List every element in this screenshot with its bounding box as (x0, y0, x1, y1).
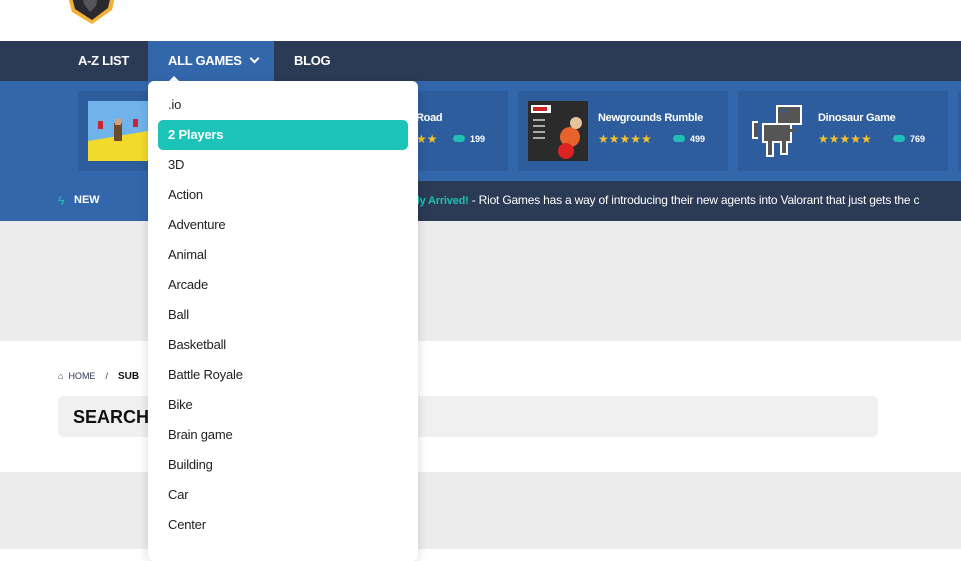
ticker-headline[interactable]: ally Arrived! - Riot Games has a way of … (408, 193, 919, 207)
breadcrumb-home[interactable]: HOME (68, 371, 95, 381)
dropdown-item[interactable]: Basketball (158, 330, 408, 360)
gamepad-icon (673, 135, 685, 143)
dropdown-item[interactable]: Animal (158, 240, 408, 270)
breadcrumb: ⌂ HOME / SUB (58, 371, 139, 382)
dropdown-item[interactable]: Battle Royale (158, 360, 408, 390)
dropdown-item[interactable]: .io (158, 90, 408, 120)
play-count-value: 769 (910, 134, 926, 144)
all-games-dropdown: .io 2 Players 3D Action Adventure Animal… (148, 81, 418, 561)
game-thumbnail (528, 101, 588, 161)
home-icon[interactable]: ⌂ (58, 371, 63, 381)
dropdown-item-active[interactable]: 2 Players (158, 120, 408, 150)
ad-band (0, 221, 961, 341)
ticker-body: - Riot Games has a way of introducing th… (468, 193, 920, 207)
dropdown-item[interactable]: Action (158, 180, 408, 210)
star-rating: ★★★★★ (818, 132, 872, 146)
lightning-icon: ϟ (58, 194, 65, 208)
play-count: 499 (673, 134, 705, 144)
nav-all-games-label: ALL GAMES (168, 53, 242, 68)
dropdown-item[interactable]: Ball (158, 300, 408, 330)
featured-games-strip: Road ★★ 199 Newgrounds Rumble ★★★★★ 499 (0, 81, 961, 181)
new-label: NEW (74, 194, 100, 206)
breadcrumb-separator: / (105, 371, 108, 381)
dinosaur-thumbnail (752, 105, 802, 157)
game-title: Road (416, 112, 443, 124)
dropdown-item[interactable]: Bike (158, 390, 408, 420)
star-rating: ★★★★★ (598, 132, 652, 146)
news-ticker: ϟ NEW ally Arrived! - Riot Games has a w… (0, 181, 961, 221)
gamepad-icon (893, 135, 905, 143)
chevron-down-icon (249, 53, 260, 64)
play-count: 769 (893, 134, 925, 144)
game-thumbnail (88, 101, 148, 161)
main-nav: A-Z LIST ALL GAMES BLOG (0, 41, 961, 81)
dropdown-item[interactable]: Center (158, 510, 408, 540)
star-rating: ★★ (416, 132, 438, 146)
breadcrumb-current: SUB (117, 371, 140, 382)
nav-all-games[interactable]: ALL GAMES (148, 41, 274, 81)
dropdown-item[interactable]: Building (158, 450, 408, 480)
dropdown-item[interactable]: 3D (158, 150, 408, 180)
game-title: Newgrounds Rumble (598, 112, 703, 124)
site-header (0, 0, 961, 41)
gamepad-icon (453, 135, 465, 143)
dropdown-item[interactable]: Car (158, 480, 408, 510)
content-section: ⌂ HOME / SUB SEARCH I (0, 341, 961, 472)
dropdown-item[interactable]: Brain game (158, 420, 408, 450)
game-card[interactable]: Newgrounds Rumble ★★★★★ 499 (518, 91, 728, 171)
nav-az-list[interactable]: A-Z LIST (78, 41, 129, 81)
game-card[interactable]: Dinosaur Game ★★★★★ 769 (738, 91, 948, 171)
logo-wordmark[interactable] (145, 0, 355, 6)
dropdown-item[interactable]: Arcade (158, 270, 408, 300)
game-title: Dinosaur Game (818, 112, 896, 124)
dropdown-item[interactable]: Adventure (158, 210, 408, 240)
play-count: 199 (453, 134, 485, 144)
nav-blog[interactable]: BLOG (294, 41, 331, 81)
play-count-value: 199 (470, 134, 486, 144)
logo-icon[interactable] (62, 0, 120, 24)
bottom-band (0, 472, 961, 549)
play-count-value: 499 (690, 134, 706, 144)
